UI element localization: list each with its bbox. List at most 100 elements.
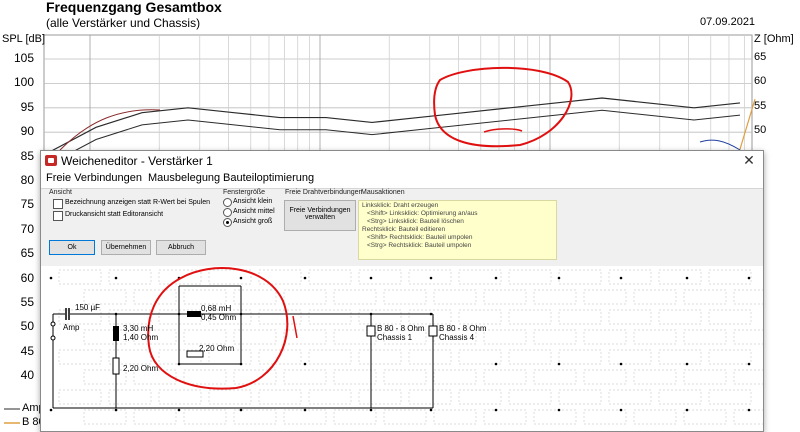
empty-slot[interactable]: [483, 289, 527, 305]
empty-slot[interactable]: [433, 369, 477, 385]
empty-slot[interactable]: [633, 369, 677, 385]
empty-slot[interactable]: [683, 329, 727, 345]
empty-slot[interactable]: [83, 369, 127, 385]
empty-slot[interactable]: [608, 309, 652, 325]
empty-slot[interactable]: [183, 329, 227, 345]
empty-slot[interactable]: [83, 329, 127, 345]
empty-slot[interactable]: [583, 329, 627, 345]
empty-slot[interactable]: [208, 389, 252, 405]
empty-slot[interactable]: [183, 409, 227, 425]
ok-button[interactable]: Ok: [49, 240, 95, 255]
amp-terminal-plus[interactable]: [50, 321, 56, 327]
coil2-symbol[interactable]: [187, 311, 201, 317]
empty-slot[interactable]: [658, 349, 702, 365]
empty-slot[interactable]: [58, 389, 102, 405]
empty-slot[interactable]: [608, 269, 652, 285]
empty-slot[interactable]: [58, 269, 102, 285]
empty-slot[interactable]: [258, 349, 302, 365]
empty-slot[interactable]: [733, 369, 763, 385]
empty-slot[interactable]: [583, 409, 627, 425]
close-button[interactable]: ✕: [741, 152, 757, 168]
cancel-button[interactable]: Abbruch: [156, 240, 206, 255]
empty-slot[interactable]: [83, 289, 127, 305]
empty-slot[interactable]: [283, 289, 327, 305]
menu-bauteiloptimierung[interactable]: Bauteiloptimierung: [223, 172, 314, 184]
empty-slot[interactable]: [433, 409, 477, 425]
circuit-diagram[interactable]: [41, 266, 763, 431]
empty-slot[interactable]: [658, 309, 702, 325]
empty-slot[interactable]: [608, 389, 652, 405]
size-large-radio[interactable]: [223, 218, 232, 227]
empty-slot[interactable]: [483, 369, 527, 385]
empty-slot[interactable]: [283, 409, 327, 425]
empty-slot[interactable]: [233, 289, 277, 305]
empty-slot[interactable]: [508, 349, 552, 365]
window-titlebar[interactable]: Weicheneditor - Verstärker 1 ✕: [41, 151, 763, 171]
resistor1-symbol[interactable]: [112, 357, 120, 375]
empty-slot[interactable]: [308, 309, 352, 325]
empty-slot[interactable]: [358, 349, 402, 365]
empty-slot[interactable]: [733, 409, 763, 425]
empty-slot[interactable]: [358, 269, 402, 285]
empty-slot[interactable]: [508, 309, 552, 325]
empty-slot[interactable]: [158, 389, 202, 405]
empty-slot[interactable]: [583, 369, 627, 385]
size-small-radio[interactable]: [223, 198, 232, 207]
empty-slot[interactable]: [458, 349, 502, 365]
empty-slot[interactable]: [358, 309, 402, 325]
empty-slot[interactable]: [383, 369, 427, 385]
empty-slot[interactable]: [558, 349, 602, 365]
empty-slot[interactable]: [308, 389, 352, 405]
empty-slot[interactable]: [83, 409, 127, 425]
empty-slot[interactable]: [658, 389, 702, 405]
empty-slot[interactable]: [183, 369, 227, 385]
empty-slot[interactable]: [683, 369, 727, 385]
empty-slot[interactable]: [608, 349, 652, 365]
label-instead-of-r-checkbox[interactable]: [53, 199, 63, 209]
coil1-symbol[interactable]: [113, 326, 119, 341]
empty-slot[interactable]: [408, 269, 452, 285]
empty-slot[interactable]: [233, 329, 277, 345]
empty-slot[interactable]: [308, 349, 352, 365]
empty-slot[interactable]: [408, 349, 452, 365]
empty-slot[interactable]: [383, 289, 427, 305]
empty-slot[interactable]: [233, 409, 277, 425]
empty-slot[interactable]: [333, 369, 377, 385]
manage-connections-button[interactable]: Freie Verbindungen verwalten: [284, 200, 356, 231]
empty-slot[interactable]: [383, 409, 427, 425]
empty-slot[interactable]: [558, 269, 602, 285]
menu-freie-verbindungen[interactable]: Freie Verbindungen: [46, 172, 142, 184]
empty-slot[interactable]: [683, 289, 727, 305]
empty-slot[interactable]: [133, 409, 177, 425]
empty-slot[interactable]: [708, 309, 752, 325]
empty-slot[interactable]: [708, 349, 752, 365]
empty-slot[interactable]: [708, 389, 752, 405]
empty-slot[interactable]: [458, 389, 502, 405]
empty-slot[interactable]: [58, 349, 102, 365]
empty-slot[interactable]: [683, 409, 727, 425]
empty-slot[interactable]: [558, 309, 602, 325]
empty-slot[interactable]: [458, 309, 502, 325]
empty-slot[interactable]: [183, 289, 227, 305]
empty-slot[interactable]: [283, 369, 327, 385]
empty-slot[interactable]: [308, 269, 352, 285]
empty-slot[interactable]: [533, 409, 577, 425]
menu-mausbelegung[interactable]: Mausbelegung: [148, 172, 220, 184]
empty-slot[interactable]: [533, 329, 577, 345]
empty-slot[interactable]: [558, 389, 602, 405]
empty-slot[interactable]: [708, 269, 752, 285]
empty-slot[interactable]: [408, 309, 452, 325]
empty-slot[interactable]: [108, 389, 152, 405]
empty-slot[interactable]: [633, 289, 677, 305]
amp-terminal-minus[interactable]: [50, 335, 56, 341]
crossover-editor-window[interactable]: Weicheneditor - Verstärker 1 ✕ Freie Ver…: [40, 150, 764, 432]
driver1-symbol[interactable]: [366, 325, 376, 337]
empty-slot[interactable]: [258, 269, 302, 285]
empty-slot[interactable]: [208, 269, 252, 285]
empty-slot[interactable]: [658, 269, 702, 285]
empty-slot[interactable]: [283, 329, 327, 345]
empty-slot[interactable]: [633, 329, 677, 345]
empty-slot[interactable]: [108, 309, 152, 325]
empty-slot[interactable]: [583, 289, 627, 305]
empty-slot[interactable]: [733, 289, 763, 305]
